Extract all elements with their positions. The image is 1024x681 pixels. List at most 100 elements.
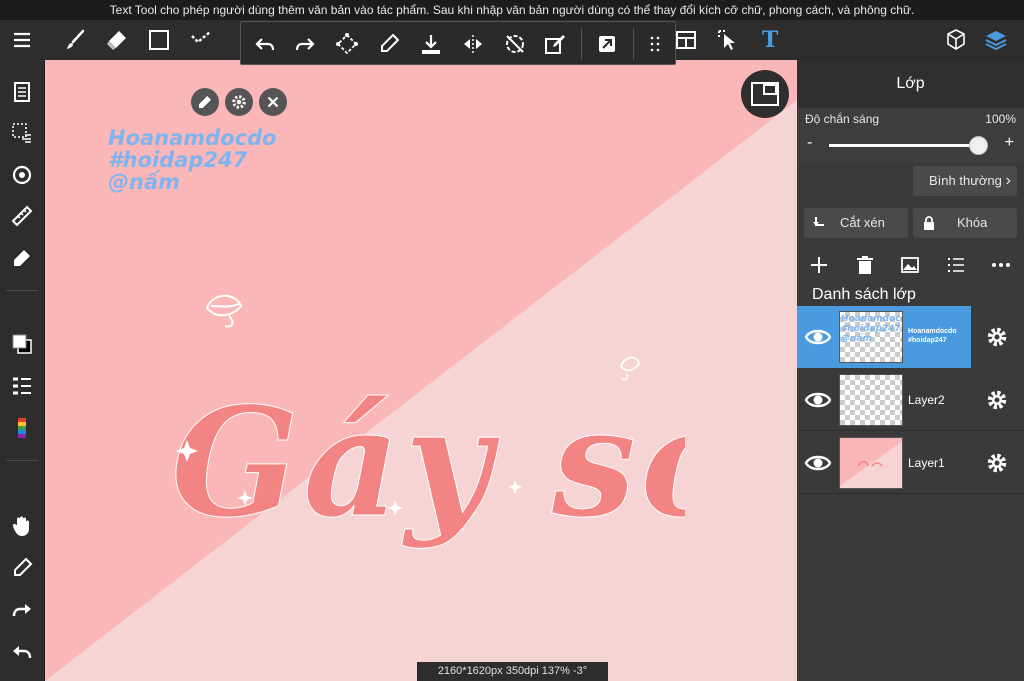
select-layer-icon[interactable] xyxy=(6,117,38,149)
fill-icon[interactable] xyxy=(415,28,447,60)
arrow-icon[interactable] xyxy=(591,28,623,60)
opacity-thumb[interactable] xyxy=(969,136,988,155)
layer-gear-icon[interactable] xyxy=(985,388,1009,412)
layer-gear-icon[interactable] xyxy=(985,325,1009,349)
selection-icon[interactable] xyxy=(185,24,217,56)
layer-select-area[interactable]: Layer2 xyxy=(797,369,971,431)
add-layer-icon[interactable] xyxy=(807,253,831,277)
brush-icon[interactable] xyxy=(59,24,91,56)
layer-thumbnail xyxy=(839,437,903,489)
layer-select-area[interactable]: Layer1 xyxy=(797,432,971,494)
lock-icon xyxy=(924,216,934,230)
layer-row-text[interactable]: Hoanamdocdo #hoidap247 @nấm Hoanamdocdo … xyxy=(797,306,1024,368)
popup-divider xyxy=(581,28,582,60)
eyedropper-left-icon[interactable] xyxy=(6,552,38,584)
pencil-icon[interactable] xyxy=(191,88,219,116)
clipping-label: Cắt xén xyxy=(840,215,885,230)
ruler-icon[interactable] xyxy=(6,200,38,232)
menu-icon[interactable] xyxy=(6,24,38,56)
cursor-icon[interactable] xyxy=(712,24,744,56)
layer-row-layer1[interactable]: Layer1 xyxy=(797,432,1024,494)
artwork-lettering-text: Gáy sớm xyxy=(171,375,685,551)
pages-icon[interactable] xyxy=(6,76,38,108)
layer1-thumb-art xyxy=(840,438,902,486)
toolbar-divider xyxy=(6,290,38,291)
color-palette-icon[interactable] xyxy=(6,412,38,444)
layer-panel: Lớp Độ chắn sáng 100% - + Bình thường › … xyxy=(797,60,1024,681)
eraser-icon[interactable] xyxy=(101,24,133,56)
toolbar-divider xyxy=(6,460,38,461)
layer-thumbnail: Hoanamdocdo #hoidap247 @nấm xyxy=(839,311,903,363)
close-icon[interactable] xyxy=(259,88,287,116)
eye-icon[interactable] xyxy=(804,387,832,413)
redo-icon[interactable] xyxy=(289,28,321,60)
app-window: Text Tool cho phép người dùng thêm văn b… xyxy=(0,0,1024,681)
layers-icon[interactable] xyxy=(980,24,1012,56)
pen-fill-icon[interactable] xyxy=(6,242,38,274)
canvas-text-line: @nấm xyxy=(108,170,181,194)
opacity-slider[interactable] xyxy=(829,136,988,155)
layer-list-title: Danh sách lớp xyxy=(812,286,916,303)
artwork-lettering: Gáy sớm xyxy=(171,375,686,552)
layer-gear-icon[interactable] xyxy=(985,451,1009,475)
undo-icon[interactable] xyxy=(249,28,281,60)
canvas-text-block[interactable]: Hoanamdocdo #hoidap247 @nấm xyxy=(108,127,277,193)
lock-button[interactable]: Khóa xyxy=(913,208,1017,238)
grid-icon[interactable] xyxy=(639,28,671,60)
layer-select-area[interactable]: Hoanamdocdo #hoidap247 @nấm Hoanamdocdo … xyxy=(797,306,971,368)
list-icon[interactable] xyxy=(944,253,968,277)
opacity-increase-button[interactable]: + xyxy=(1005,135,1014,151)
color-swatch-icon[interactable] xyxy=(6,328,38,360)
3d-icon[interactable] xyxy=(940,24,972,56)
eyedropper-icon[interactable] xyxy=(373,28,405,60)
image-icon[interactable] xyxy=(898,253,922,277)
clip-arrow-icon xyxy=(813,217,824,226)
text-edit-controls xyxy=(191,88,287,116)
flip-icon[interactable] xyxy=(457,28,489,60)
opacity-fill xyxy=(829,144,979,147)
trash-icon[interactable] xyxy=(853,253,877,277)
canvas-status: 2160*1620px 350dpi 137% -3° xyxy=(417,662,608,681)
undo-left-icon[interactable] xyxy=(6,636,38,668)
blend-mode-label: Bình thường xyxy=(929,173,1002,188)
opacity-decrease-button[interactable]: - xyxy=(807,135,812,151)
layer-thumbnail xyxy=(839,374,903,426)
clipping-button[interactable]: Cắt xén xyxy=(804,208,908,238)
layer-name: Layer2 xyxy=(908,393,945,407)
layer-name: Hoanamdocdo #hoidap247 xyxy=(908,327,957,345)
layer-actions-bar xyxy=(797,246,1024,284)
lock-label: Khóa xyxy=(957,215,988,230)
left-toolbar xyxy=(0,60,45,681)
opacity-control: Độ chắn sáng 100% - + xyxy=(797,108,1024,163)
snap-icon[interactable] xyxy=(6,159,38,191)
text-tool-icon[interactable]: T xyxy=(754,24,786,56)
rotate-icon[interactable] xyxy=(499,28,531,60)
gear-icon[interactable] xyxy=(225,88,253,116)
layer-name: Layer1 xyxy=(908,456,945,470)
chevron-right-icon: › xyxy=(1005,172,1011,189)
eye-icon[interactable] xyxy=(804,324,832,350)
layer-row-layer2[interactable]: Layer2 xyxy=(797,369,1024,431)
canvas-text-line: Hoanamdocdo xyxy=(108,126,277,150)
panel-title: Lớp xyxy=(797,60,1024,108)
thumb-text-line: #hoidap247 xyxy=(841,324,901,334)
view-toggle-button[interactable] xyxy=(741,70,789,118)
rectangle-icon[interactable] xyxy=(143,24,175,56)
layer-name-line: Hoanamdocdo xyxy=(908,328,957,335)
redo-left-icon[interactable] xyxy=(6,594,38,626)
text-tool-glyph: T xyxy=(761,27,779,53)
layer-menu-icon[interactable] xyxy=(6,370,38,402)
opacity-value: 100% xyxy=(985,112,1016,126)
blend-mode-button[interactable]: Bình thường › xyxy=(913,166,1017,196)
action-popup xyxy=(240,21,676,65)
transform-icon[interactable] xyxy=(331,28,363,60)
eye-icon[interactable] xyxy=(804,450,832,476)
edit-icon[interactable] xyxy=(539,28,571,60)
canvas-text-line: #hoidap247 xyxy=(108,148,248,172)
more-icon[interactable] xyxy=(989,253,1013,277)
thumb-text-line: Hoanamdocdo xyxy=(841,314,902,324)
window-icon xyxy=(751,82,779,106)
drawing-canvas[interactable]: Hoanamdocdo #hoidap247 @nấm Gáy sớm 2160… xyxy=(45,60,797,681)
popup-divider xyxy=(633,28,634,60)
hand-icon[interactable] xyxy=(6,510,38,542)
